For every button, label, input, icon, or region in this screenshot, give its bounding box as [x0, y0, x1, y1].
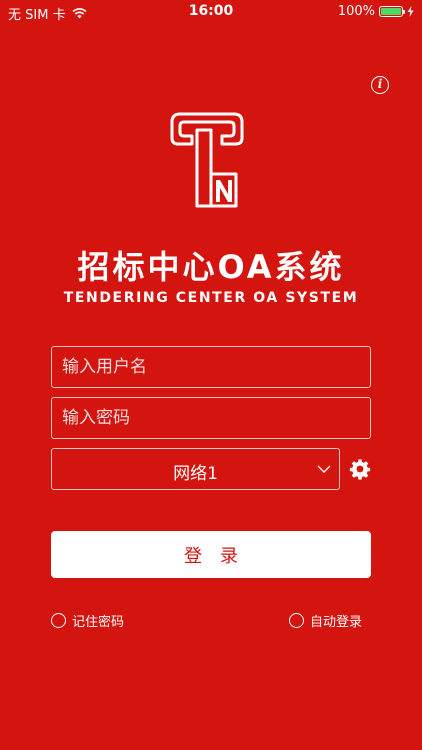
remember-password-option[interactable]: 记住密码	[51, 611, 124, 630]
battery-icon	[379, 6, 405, 17]
battery-percent: 100%	[337, 4, 375, 19]
login-button[interactable]: 登录	[51, 531, 371, 578]
network-select[interactable]: 网络1	[51, 448, 340, 490]
remember-password-radio[interactable]	[51, 613, 66, 628]
network-select-value: 网络1	[173, 464, 218, 484]
app-subtitle: TENDERING CENTER OA SYSTEM	[63, 290, 359, 306]
username-field[interactable]	[51, 346, 371, 388]
password-input[interactable]	[52, 398, 370, 438]
status-right: 100%	[338, 4, 414, 19]
charging-icon	[407, 6, 414, 17]
battery-fill	[381, 8, 401, 15]
info-icon[interactable]: i	[371, 76, 389, 94]
chevron-down-icon	[317, 465, 331, 473]
gear-icon[interactable]	[349, 458, 371, 480]
auto-login-option[interactable]: 自动登录	[289, 611, 362, 630]
username-input[interactable]	[52, 347, 370, 387]
app-logo	[170, 112, 244, 208]
password-field[interactable]	[51, 397, 371, 439]
auto-login-label: 自动登录	[310, 615, 363, 630]
auto-login-radio[interactable]	[289, 613, 304, 628]
remember-password-label: 记住密码	[72, 615, 125, 630]
status-bar: 无 SIM 卡 16:00 100%	[0, 0, 422, 24]
app-title: 招标中心OA系统	[77, 248, 345, 286]
